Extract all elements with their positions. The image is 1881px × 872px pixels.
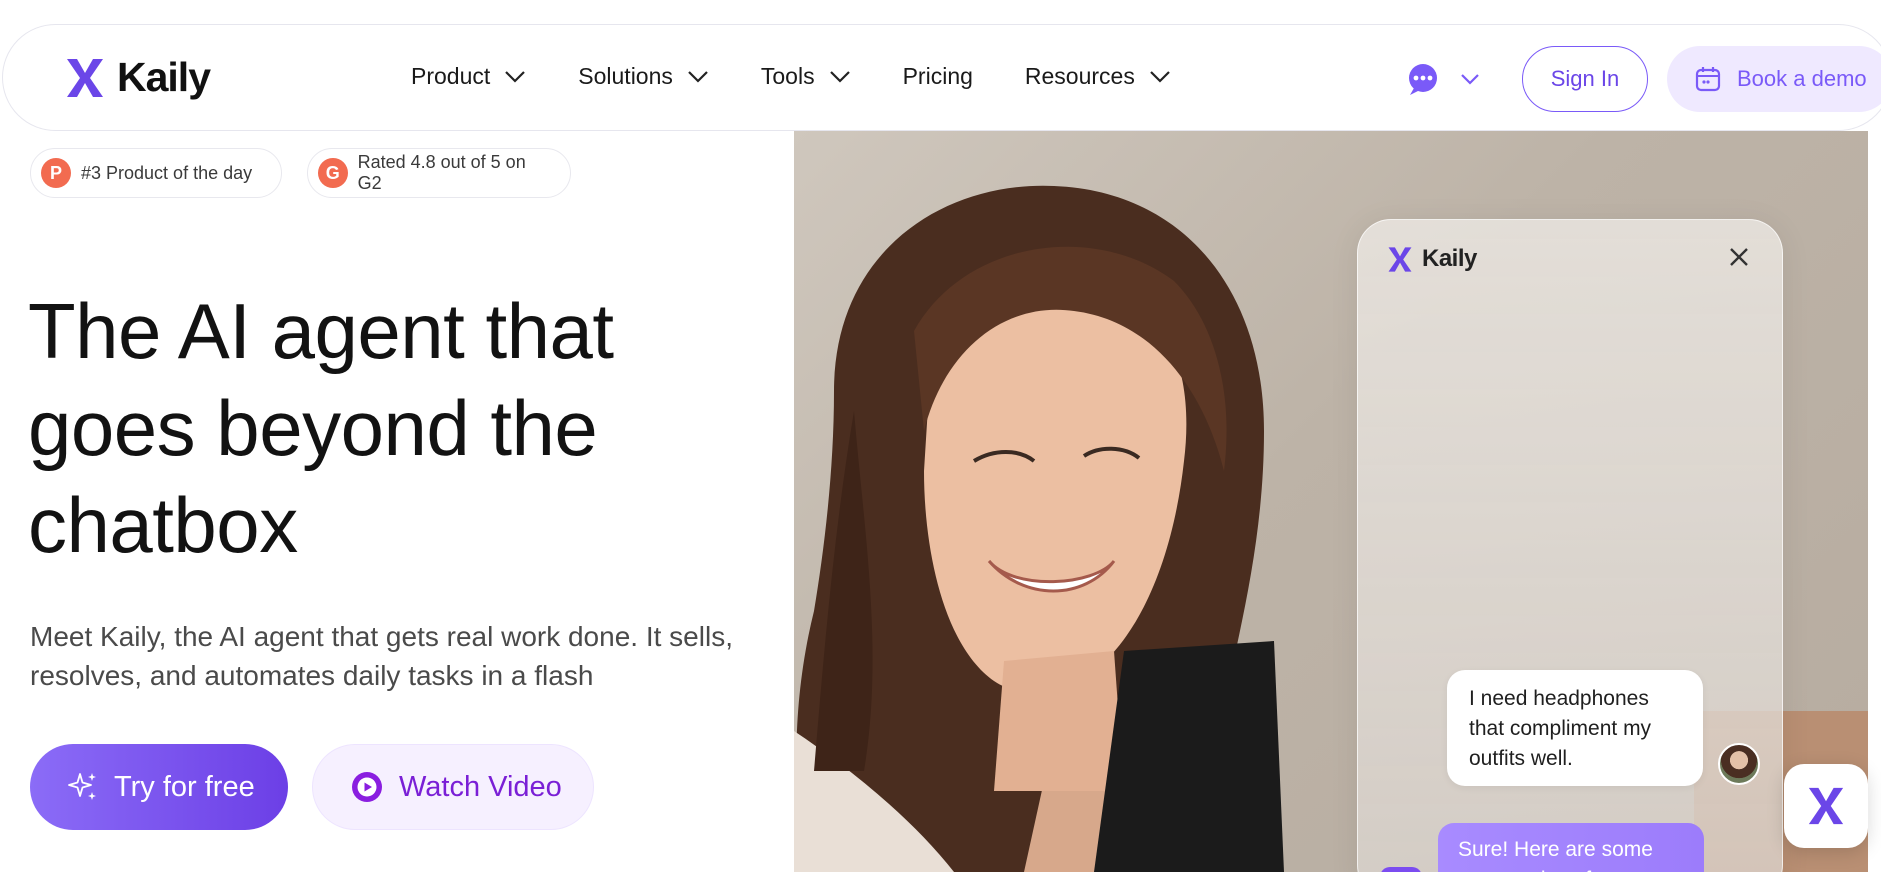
sparkles-icon: [68, 773, 96, 800]
g2-icon: G: [318, 158, 348, 188]
book-demo-label: Book a demo: [1737, 66, 1867, 91]
user-message-bubble: I need headphones that compliment my out…: [1447, 670, 1703, 786]
badge-text: Rated 4.8 out of 5 on G2: [357, 152, 526, 193]
watch-video-button[interactable]: Watch Video: [312, 744, 594, 830]
hero-image: Kaily I need headphones that compliment …: [794, 131, 1868, 872]
try-for-free-label: Try for free: [114, 770, 255, 803]
nav-item-product[interactable]: Product: [411, 63, 526, 90]
calendar-icon: [1695, 67, 1721, 92]
nav-item-label: Tools: [760, 63, 815, 89]
brand-name: Kaily: [117, 54, 211, 100]
bot-message-bubble: Sure! Here are some great options for yo…: [1438, 823, 1704, 872]
main-nav: Product Solutions Tools Pricing Resource…: [411, 63, 1223, 90]
hero-title-line: chatbox: [28, 481, 298, 569]
bot-avatar: [1380, 867, 1422, 872]
chevron-down-icon: [505, 70, 526, 83]
nav-item-label: Pricing: [902, 63, 973, 89]
hero-title: The AI agent that goes beyond the chatbo…: [28, 283, 748, 574]
kaily-logo-icon: [1388, 246, 1412, 272]
user-avatar: [1718, 743, 1760, 785]
chat-bubble-icon: [1409, 64, 1437, 95]
product-hunt-badge[interactable]: P #3 Product of the day: [30, 148, 282, 198]
badge-text: #3 Product of the day: [81, 162, 253, 183]
nav-item-label: Product: [411, 63, 491, 89]
chevron-down-icon: [1150, 70, 1170, 83]
chat-title: Kaily: [1422, 245, 1477, 272]
chevron-down-icon: [688, 70, 708, 83]
hero-subtitle-line: resolves, and automates daily tasks in a…: [30, 660, 594, 691]
hero-subtitle-line: Meet Kaily, the AI agent that gets real …: [30, 621, 733, 652]
nav-item-label: Solutions: [578, 63, 673, 89]
nav-item-label: Resources: [1024, 63, 1135, 89]
nav-item-resources[interactable]: Resources: [1025, 63, 1171, 90]
brand-logo[interactable]: Kaily: [63, 54, 211, 101]
play-circle-icon: [352, 772, 382, 802]
book-demo-button[interactable]: Book a demo: [1667, 46, 1881, 112]
support-language-dropdown[interactable]: [1404, 62, 1480, 96]
nav-item-solutions[interactable]: Solutions: [578, 63, 709, 90]
try-for-free-button[interactable]: Try for free: [30, 744, 288, 830]
kaily-logo-icon: [67, 58, 103, 97]
hero-title-line: goes beyond the: [28, 384, 598, 472]
kaily-logo-icon: [1808, 787, 1844, 825]
close-icon[interactable]: [1728, 246, 1750, 268]
hero-title-line: The AI agent that: [28, 287, 614, 375]
product-hunt-icon: P: [41, 158, 71, 188]
hero-subtitle: Meet Kaily, the AI agent that gets real …: [30, 617, 750, 695]
chevron-down-icon: [1461, 74, 1479, 85]
sign-in-button[interactable]: Sign In: [1522, 46, 1648, 112]
chat-widget-card: Kaily I need headphones that compliment …: [1357, 219, 1783, 872]
chat-launcher-button[interactable]: [1784, 764, 1868, 848]
watch-video-label: Watch Video: [399, 770, 562, 803]
nav-item-pricing[interactable]: Pricing: [903, 63, 973, 90]
nav-item-tools[interactable]: Tools: [761, 63, 851, 90]
chevron-down-icon: [829, 70, 850, 83]
top-navbar: Kaily Product Solutions Tools Pricing Re…: [2, 24, 1881, 131]
g2-rating-badge[interactable]: G Rated 4.8 out of 5 on G2: [307, 148, 571, 198]
chat-header: Kaily: [1386, 245, 1477, 273]
